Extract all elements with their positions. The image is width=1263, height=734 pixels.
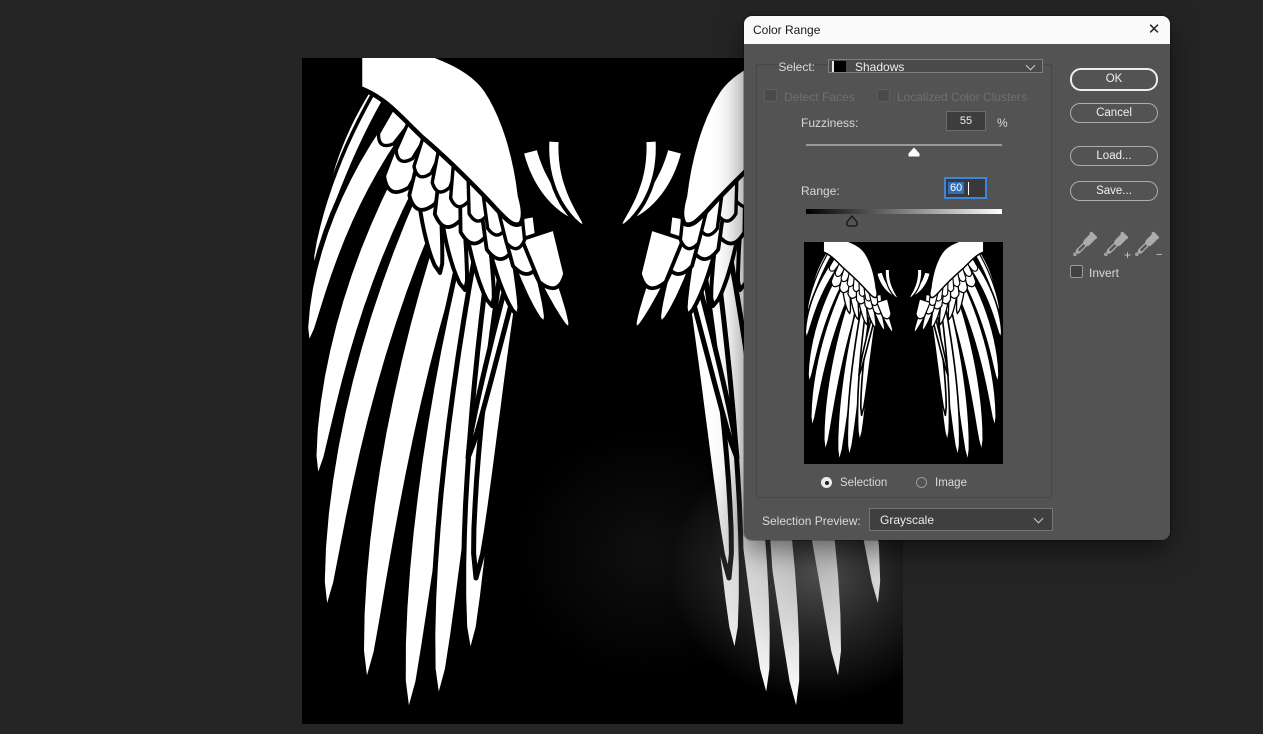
svg-text:−: − xyxy=(1156,249,1162,261)
svg-text:+: + xyxy=(1124,248,1131,262)
